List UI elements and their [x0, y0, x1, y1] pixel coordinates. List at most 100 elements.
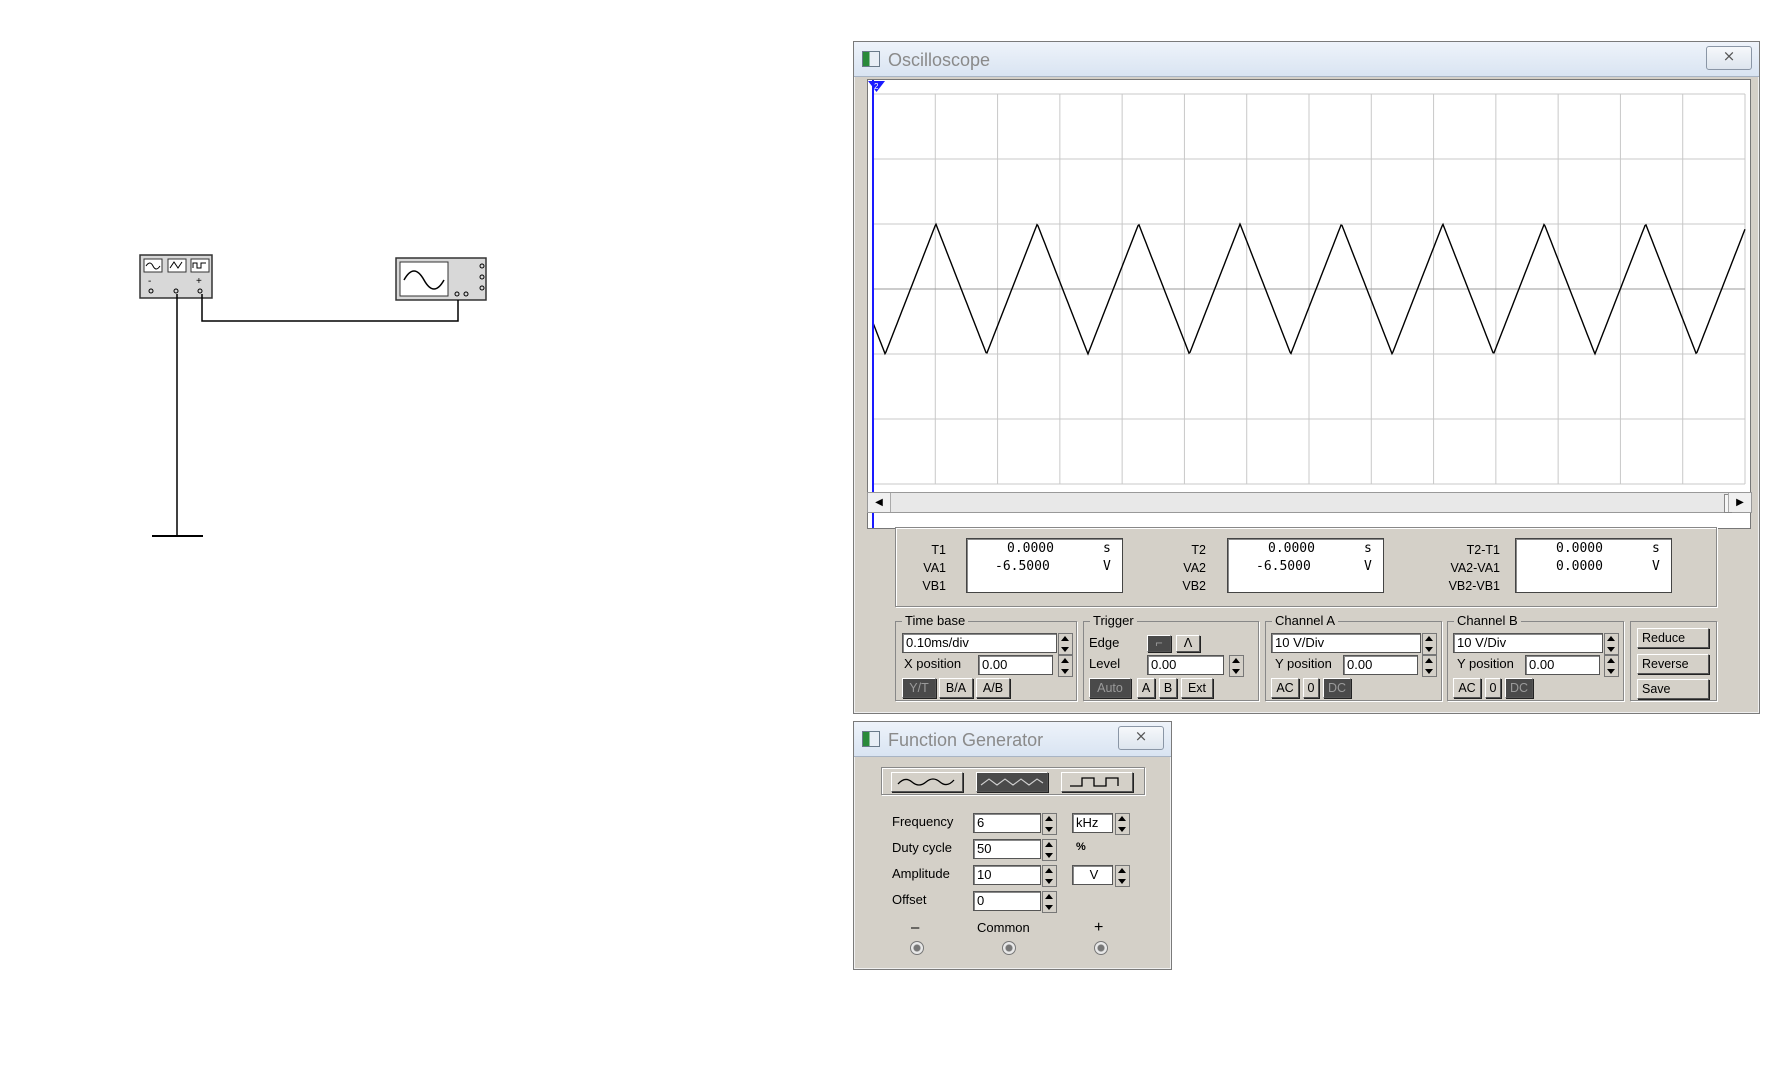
square-wave-button[interactable]	[1061, 772, 1133, 792]
sine-wave-icon	[897, 778, 955, 786]
channel-b-ac-button[interactable]: AC	[1453, 678, 1481, 698]
window-title: Oscilloscope	[888, 50, 991, 70]
xpos-label: X position	[904, 656, 962, 671]
channel-b-dc-button[interactable]: DC	[1505, 678, 1533, 698]
scroll-right-button[interactable]: ▶	[1728, 493, 1751, 512]
channel-a-scale-field[interactable]: 10 V/Div	[1271, 633, 1421, 653]
offset-label: Offset	[892, 892, 927, 907]
oscilloscope-window: Oscilloscope ⨯ 2 ◀ ▶ T1 VA1 VB1 0.0000 s…	[853, 41, 1760, 714]
reverse-button[interactable]: Reverse	[1637, 654, 1709, 674]
ab-button[interactable]: A/B	[976, 678, 1010, 698]
channel-a-group: Channel A 10 V/Div Y position 0.00 AC 0 …	[1265, 613, 1442, 701]
offset-field[interactable]: 0	[973, 891, 1041, 911]
triangle-wave-icon	[980, 778, 1044, 786]
t1-readout: 0.0000 s -6.5000 V	[966, 538, 1123, 593]
channel-a-ypos-field[interactable]: 0.00	[1343, 655, 1418, 675]
offset-spinner[interactable]	[1042, 891, 1057, 913]
xpos-field[interactable]: 0.00	[978, 655, 1053, 675]
yt-button[interactable]: Y/T	[902, 678, 936, 698]
minus-terminal-label: –	[911, 919, 920, 936]
trigger-b-button[interactable]: B	[1159, 678, 1177, 698]
square-wave-icon	[1070, 777, 1119, 787]
function-generator-symbol[interactable]: - +	[139, 254, 213, 299]
falling-edge-icon[interactable]: ⴷ	[1176, 635, 1200, 652]
waveform-selector	[881, 767, 1145, 795]
channel-a-scale-spinner[interactable]	[1422, 633, 1437, 655]
frequency-unit-field[interactable]: kHz	[1072, 813, 1113, 833]
window-icon	[862, 731, 880, 747]
amplitude-unit-field[interactable]: V	[1072, 865, 1113, 885]
trigger-title: Trigger	[1090, 613, 1137, 628]
trigger-a-button[interactable]: A	[1137, 678, 1155, 698]
channel-b-ypos-field[interactable]: 0.00	[1525, 655, 1600, 675]
schematic-canvas[interactable]: - +	[0, 0, 700, 1080]
rising-edge-icon[interactable]: ⌐	[1147, 635, 1171, 652]
channel-b-scale-field[interactable]: 10 V/Div	[1453, 633, 1603, 653]
channel-a-ac-button[interactable]: AC	[1271, 678, 1299, 698]
channel-b-title: Channel B	[1454, 613, 1521, 628]
duty-cycle-field[interactable]: 50	[973, 839, 1041, 859]
vb2-label: VB2	[1182, 579, 1206, 593]
channel-b-scale-spinner[interactable]	[1604, 633, 1619, 655]
svg-text:+: +	[196, 276, 202, 287]
delta-readout: 0.0000 s 0.0000 V	[1515, 538, 1672, 593]
ba-button[interactable]: B/A	[939, 678, 973, 698]
common-terminal-icon[interactable]	[1002, 941, 1016, 955]
timebase-title: Time base	[902, 613, 969, 628]
close-button[interactable]: ⨯	[1118, 726, 1164, 750]
minus-terminal-icon[interactable]	[910, 941, 924, 955]
level-label: Level	[1089, 656, 1121, 671]
horizontal-scrollbar[interactable]: ◀ ▶	[867, 492, 1752, 513]
amplitude-field[interactable]: 10	[973, 865, 1041, 885]
dva-label: VA2-VA1	[1450, 561, 1500, 575]
auto-button[interactable]: Auto	[1089, 678, 1131, 698]
va1-label: VA1	[923, 561, 946, 575]
channel-b-ypos-spinner[interactable]	[1604, 655, 1619, 677]
scroll-left-button[interactable]: ◀	[868, 493, 891, 512]
xpos-spinner[interactable]	[1058, 655, 1073, 677]
svg-text:-: -	[148, 276, 151, 287]
amplitude-unit-spinner[interactable]	[1115, 865, 1130, 887]
duty-cycle-spinner[interactable]	[1042, 839, 1057, 861]
function-generator-window: Function Generator ⨯ Frequency 6 kHz Dut…	[853, 721, 1172, 970]
t2-label: T2	[1191, 543, 1206, 557]
channel-a-dc-button[interactable]: DC	[1323, 678, 1351, 698]
window-icon	[862, 51, 880, 67]
channel-b-zero-button[interactable]: 0	[1485, 678, 1501, 698]
duty-cycle-label: Duty cycle	[892, 840, 952, 855]
amplitude-spinner[interactable]	[1042, 865, 1057, 887]
vb1-label: VB1	[922, 579, 946, 593]
t2-readout: 0.0000 s -6.5000 V	[1227, 538, 1384, 593]
plus-terminal-icon[interactable]	[1094, 941, 1108, 955]
frequency-field[interactable]: 6	[973, 813, 1041, 833]
reduce-button[interactable]: Reduce	[1637, 628, 1709, 648]
function-generator-titlebar[interactable]: Function Generator ⨯	[854, 722, 1171, 757]
save-button[interactable]: Save	[1637, 679, 1709, 699]
oscilloscope-titlebar[interactable]: Oscilloscope ⨯	[854, 42, 1759, 77]
trigger-level-spinner[interactable]	[1229, 655, 1244, 677]
frequency-spinner[interactable]	[1042, 813, 1057, 835]
trigger-level-field[interactable]: 0.00	[1147, 655, 1224, 675]
oscilloscope-symbol[interactable]	[395, 257, 487, 301]
close-button[interactable]: ⨯	[1706, 46, 1752, 70]
t1-label: T1	[931, 543, 946, 557]
channel-a-ypos-label: Y position	[1275, 656, 1332, 671]
edge-label: Edge	[1089, 635, 1120, 650]
triangle-wave-button[interactable]	[976, 772, 1048, 792]
duty-cycle-unit: %	[1076, 841, 1086, 853]
cursor-marker-label: 2	[874, 82, 879, 91]
frequency-unit-spinner[interactable]	[1115, 813, 1130, 835]
dt-label: T2-T1	[1466, 543, 1500, 557]
channel-a-ypos-spinner[interactable]	[1422, 655, 1437, 677]
channel-a-zero-button[interactable]: 0	[1303, 678, 1319, 698]
channel-a-title: Channel A	[1272, 613, 1338, 628]
timebase-scale-spinner[interactable]	[1058, 633, 1073, 655]
sine-wave-button[interactable]	[891, 772, 963, 792]
timebase-group: Time base 0.10ms/div X position 0.00 Y/T…	[895, 613, 1077, 701]
amplitude-label: Amplitude	[892, 866, 950, 881]
trigger-ext-button[interactable]: Ext	[1181, 678, 1213, 698]
va2-label: VA2	[1183, 561, 1206, 575]
scope-screen[interactable]: 2	[867, 79, 1751, 529]
trigger-group: Trigger Edge ⌐ ⴷ Level 0.00 Auto A B Ext	[1083, 613, 1259, 701]
timebase-scale-field[interactable]: 0.10ms/div	[902, 633, 1057, 653]
